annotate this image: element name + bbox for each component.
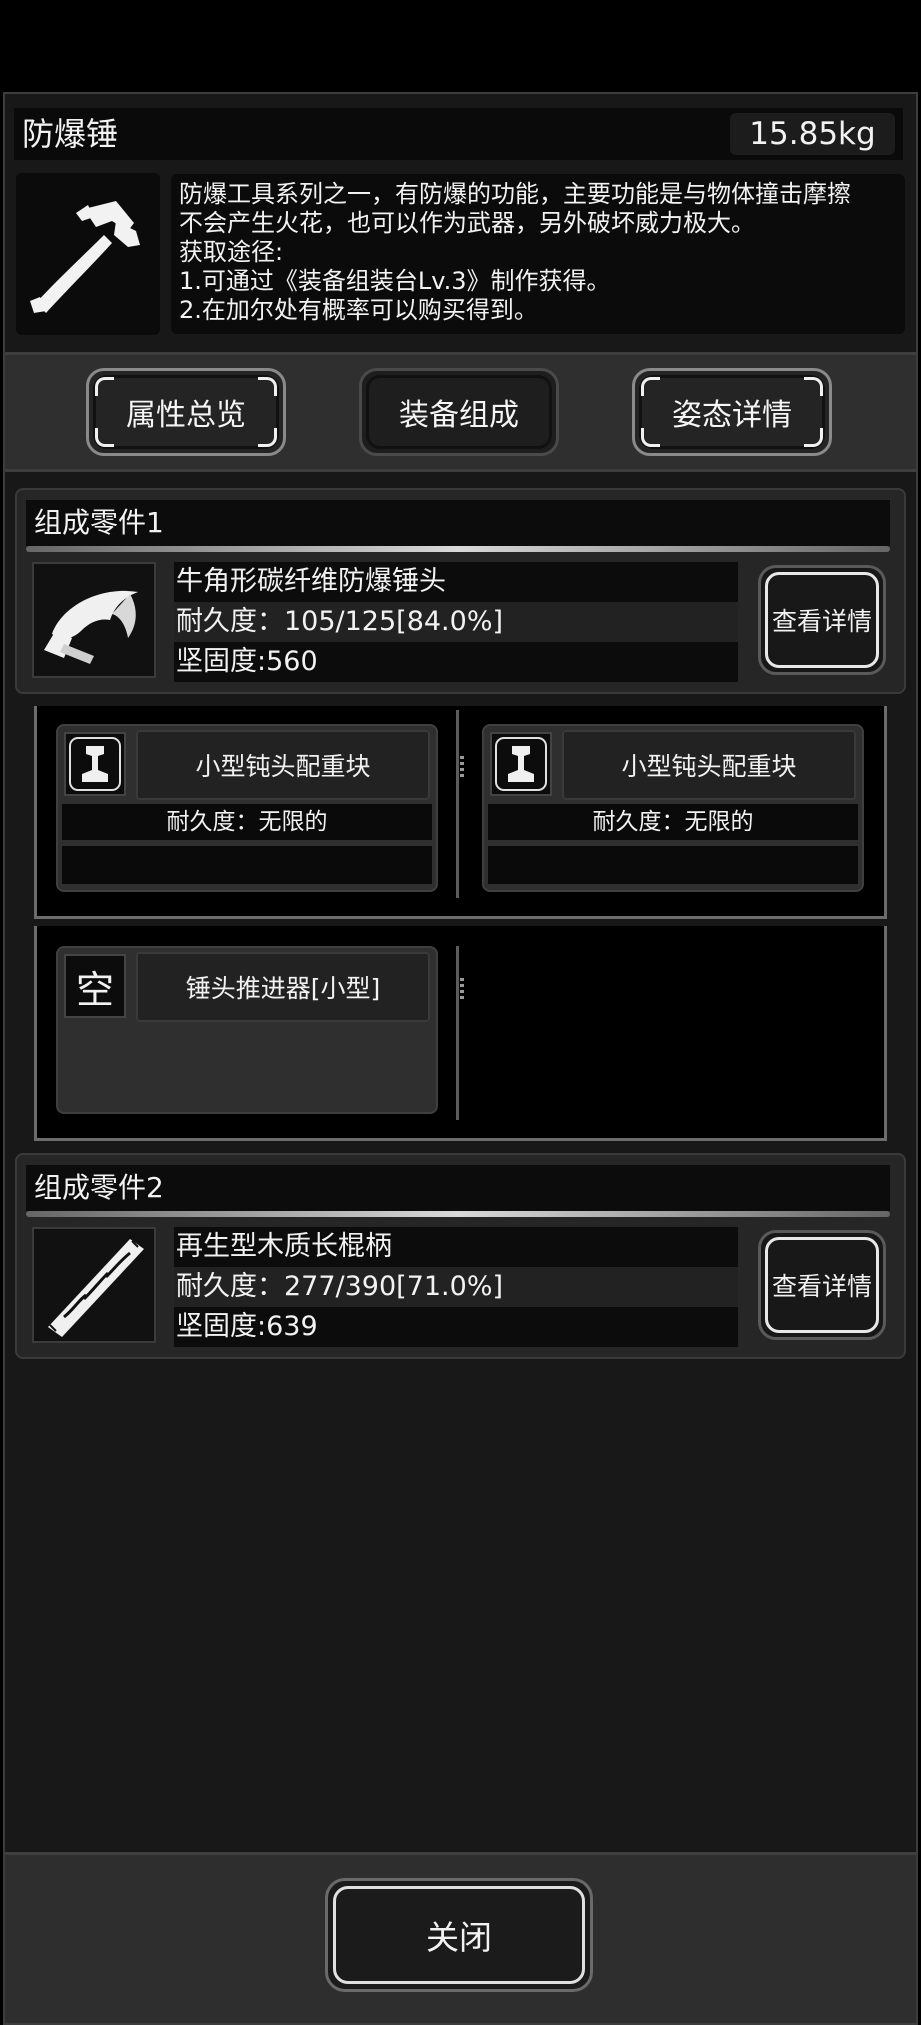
view-details-button-1[interactable]: 查看详情 <box>758 565 886 675</box>
part-durability: 耐久度：105/125[84.0%] <box>174 602 738 642</box>
slot-empty-row <box>488 846 858 884</box>
part-name: 牛角形碳纤维防爆锤头 <box>174 562 738 602</box>
tab-attributes-overview[interactable]: 属性总览 <box>86 368 286 456</box>
part-title: 组成零件1 <box>26 500 890 546</box>
tab-label: 姿态详情 <box>672 398 792 433</box>
slot-empty-icon: 空 <box>64 954 126 1018</box>
item-icon-box <box>16 173 160 335</box>
view-details-label: 查看详情 <box>771 607 872 636</box>
slot-icon-box <box>64 732 126 796</box>
view-details-label: 查看详情 <box>771 1272 872 1301</box>
item-description: 防爆工具系列之一，有防爆的功能，主要功能是与物体撞击摩擦 不会产生火花，也可以作… <box>171 174 905 334</box>
tab-equipment-composition[interactable]: 装备组成 <box>359 368 559 456</box>
part-image-2 <box>32 1227 156 1343</box>
slot-divider-notch <box>460 756 464 780</box>
tab-label: 装备组成 <box>399 398 519 433</box>
tab-stance-details[interactable]: 姿态详情 <box>632 368 832 456</box>
slot-icon-box <box>490 732 552 796</box>
slot-durability: 耐久度：无限的 <box>62 804 432 840</box>
rail-weight-icon <box>495 737 547 791</box>
part-title-underline <box>26 1211 890 1217</box>
part-name: 再生型木质长棍柄 <box>174 1227 738 1267</box>
slot-name: 锤头推进器[小型] <box>136 952 430 1022</box>
slot-name: 小型钝头配重块 <box>136 730 430 800</box>
part-title: 组成零件2 <box>26 1165 890 1211</box>
hammer-icon <box>30 201 140 313</box>
item-name: 防爆锤 <box>22 115 119 153</box>
slot-divider <box>456 946 459 1120</box>
close-button-label: 关闭 <box>426 1918 492 1957</box>
close-button[interactable]: 关闭 <box>325 1878 593 1992</box>
horn-hammerhead-icon <box>44 590 138 664</box>
part-durability: 耐久度：277/390[71.0%] <box>174 1267 738 1307</box>
part-image-1 <box>32 562 156 678</box>
part-hardness: 坚固度:639 <box>174 1307 738 1347</box>
slot-divider <box>456 710 459 898</box>
part-hardness: 坚固度:560 <box>174 642 738 682</box>
rail-weight-icon <box>69 737 121 791</box>
part-title-underline <box>26 546 890 552</box>
slot-durability: 耐久度：无限的 <box>488 804 858 840</box>
slot-divider-notch <box>460 978 464 1002</box>
tab-label: 属性总览 <box>126 398 246 433</box>
wooden-handle-icon <box>48 1239 144 1337</box>
item-weight: 15.85kg <box>730 113 895 155</box>
slot-empty-row <box>62 846 432 884</box>
view-details-button-2[interactable]: 查看详情 <box>758 1230 886 1340</box>
slot-name: 小型钝头配重块 <box>562 730 856 800</box>
